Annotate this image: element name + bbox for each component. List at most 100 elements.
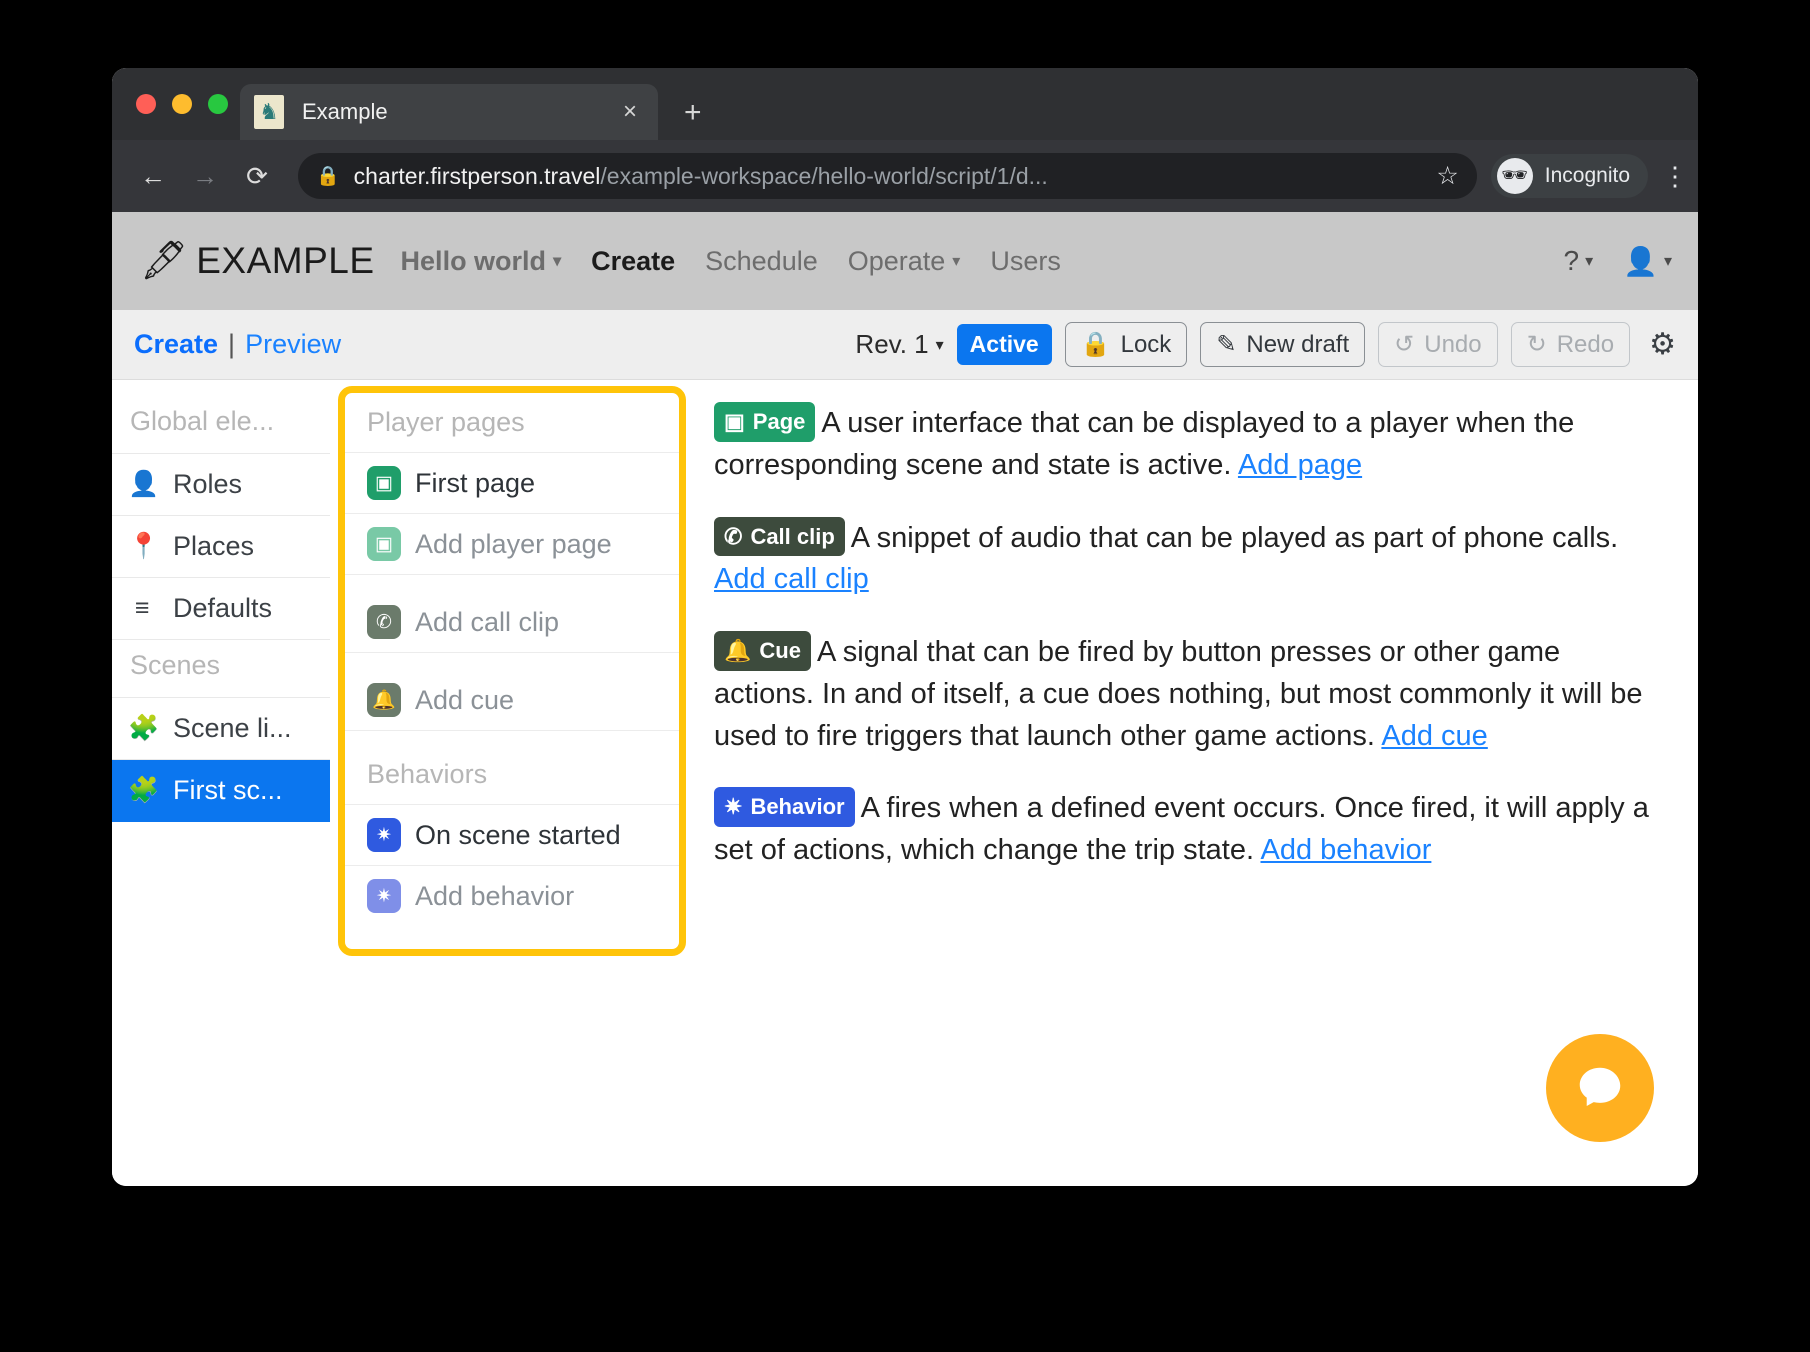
sidebar-item-places[interactable]: 📍 Places — [112, 516, 330, 578]
puzzle-piece-icon: 🧩 — [128, 776, 160, 804]
nav-item-hello-world[interactable]: Hello world ▾ — [401, 246, 562, 277]
call-clip-chip: ✆ Call clip — [714, 516, 845, 557]
panel-item-add-behavior[interactable]: ✷ Add behavior — [345, 866, 679, 926]
nav-item-create[interactable]: Create — [591, 246, 675, 277]
puzzle-piece-icon: 🧩 — [128, 714, 160, 742]
close-window-button[interactable] — [136, 94, 156, 114]
phone-call-icon: ✆ — [367, 605, 401, 639]
window-traffic-lights — [136, 94, 228, 114]
panel-item-label: Add call clip — [415, 606, 560, 637]
sidebar-item-roles[interactable]: 👤 Roles — [112, 454, 330, 516]
revision-selector[interactable]: Rev. 1 ▾ — [855, 329, 943, 360]
incognito-profile-button[interactable]: 🕶 Incognito — [1490, 154, 1648, 198]
help-menu-button[interactable]: ? ▾ — [1563, 245, 1593, 277]
brand[interactable]: 🖋 EXAMPLE — [140, 240, 375, 282]
breadcrumb-separator: | — [228, 329, 236, 359]
nav-item-operate[interactable]: Operate ▾ — [848, 246, 961, 277]
incognito-hat-icon: 🕶 — [1496, 158, 1533, 194]
chevron-down-icon: ▾ — [935, 336, 944, 354]
add-behavior-link[interactable]: Add behavior — [1260, 834, 1431, 866]
phone-call-icon: ✆ — [724, 523, 743, 549]
add-cue-link[interactable]: Add cue — [1381, 720, 1487, 752]
new-draft-button[interactable]: ✎ New draft — [1200, 322, 1366, 367]
minimize-window-button[interactable] — [172, 94, 192, 114]
page-icon: ▣ — [367, 466, 401, 500]
help-paragraph-page: ▣ Page A user interface that can be disp… — [714, 402, 1664, 487]
chevron-down-icon: ▾ — [1663, 253, 1672, 270]
new-draft-label: New draft — [1246, 330, 1350, 358]
panel-item-add-cue[interactable]: 🔔 Add cue — [345, 653, 679, 731]
new-tab-button[interactable]: + — [684, 98, 702, 128]
lock-button[interactable]: 🔒 Lock — [1064, 322, 1188, 367]
back-icon[interactable]: ← — [130, 153, 176, 199]
url-text: charter.firstperson.travel/example-works… — [354, 163, 1048, 190]
nav-item-users[interactable]: Users — [990, 246, 1061, 277]
chip-label: Page — [752, 409, 806, 434]
app-navigation-bar: 🖋 EXAMPLE Hello world ▾ Create Schedule … — [112, 212, 1698, 310]
panel-item-label: First page — [415, 467, 536, 498]
page-add-icon: ▣ — [367, 527, 401, 561]
nav-item-schedule[interactable]: Schedule — [705, 246, 818, 277]
bell-icon: 🔔 — [724, 638, 752, 663]
panel-group-behaviors: Behaviors — [345, 731, 679, 805]
page-icon: ▣ — [724, 409, 745, 434]
cue-chip: 🔔 Cue — [714, 631, 811, 671]
behavior-icon: ✷ — [367, 818, 401, 852]
maximize-window-button[interactable] — [208, 94, 228, 114]
tab-title: Example — [302, 99, 388, 124]
chip-label: Behavior — [750, 794, 845, 820]
editor-toolbar: Create | Preview Rev. 1 ▾ Active 🔒 Lock … — [112, 310, 1698, 380]
undo-button[interactable]: ↺ Undo — [1378, 322, 1498, 367]
nav-items: Hello world ▾ Create Schedule Operate ▾ … — [401, 246, 1061, 277]
sidebar-item-label: Defaults — [173, 593, 273, 623]
gear-icon[interactable]: ⚙ — [1649, 327, 1676, 362]
browser-tab-strip: ♞ Example × + — [112, 68, 1698, 140]
nav-item-label: Operate — [847, 245, 946, 276]
panel-item-add-player-page[interactable]: ▣ Add player page — [345, 514, 679, 575]
breadcrumb-create[interactable]: Create — [134, 329, 218, 360]
redo-button[interactable]: ↻ Redo — [1510, 322, 1631, 367]
panel-item-label: Add player page — [415, 528, 612, 559]
scene-elements-panel: Player pages ▣ First page ▣ Add player p… — [338, 386, 686, 956]
browser-window: ♞ Example × + ← → ⟳ 🔒 charter.firstperso… — [112, 68, 1698, 1186]
sidebar-item-first-scene[interactable]: 🧩 First sc... — [112, 760, 330, 822]
lock-icon: 🔒 — [316, 166, 340, 187]
panel-item-on-scene-started[interactable]: ✷ On scene started — [345, 805, 679, 866]
panel-item-label: Add cue — [415, 684, 515, 715]
panel-item-first-page[interactable]: ▣ First page — [345, 453, 679, 514]
brand-name: EXAMPLE — [196, 240, 375, 281]
add-page-link[interactable]: Add page — [1238, 449, 1362, 481]
chip-label: Call clip — [750, 523, 835, 549]
reload-icon[interactable]: ⟳ — [234, 153, 280, 199]
sidebar-item-scene-list[interactable]: 🧩 Scene li... — [112, 698, 330, 760]
page-chip: ▣ Page — [714, 402, 816, 442]
browser-menu-icon[interactable]: ⋮ — [1662, 161, 1688, 192]
help-text: A user interface that can be displayed t… — [714, 407, 1575, 481]
panel-item-add-call-clip[interactable]: ✆ Add call clip — [345, 575, 679, 653]
address-bar[interactable]: 🔒 charter.firstperson.travel/example-wor… — [298, 153, 1477, 199]
user-menu-button[interactable]: 👤 ▾ — [1623, 245, 1672, 278]
chip-label: Cue — [759, 638, 801, 663]
help-text: A snippet of audio that can be played as… — [850, 521, 1619, 554]
chat-launcher-button[interactable] — [1546, 1034, 1654, 1142]
breadcrumb-preview[interactable]: Preview — [245, 329, 341, 360]
redo-label: Redo — [1556, 330, 1615, 358]
chevron-down-icon: ▾ — [952, 253, 961, 270]
add-call-clip-link[interactable]: Add call clip — [714, 563, 869, 595]
forward-icon[interactable]: → — [182, 153, 228, 199]
help-panel: ▣ Page A user interface that can be disp… — [696, 380, 1698, 1186]
help-paragraph-call-clip: ✆ Call clip A snippet of audio that can … — [714, 516, 1664, 602]
chevron-down-icon: ▾ — [553, 253, 562, 270]
bookmark-star-icon[interactable]: ☆ — [1422, 161, 1458, 191]
browser-toolbar: ← → ⟳ 🔒 charter.firstperson.travel/examp… — [112, 140, 1698, 212]
help-paragraph-cue: 🔔 Cue A signal that can be fired by butt… — [714, 631, 1664, 757]
close-icon[interactable]: × — [616, 98, 644, 126]
redo-arrow-icon: ↻ — [1526, 331, 1547, 358]
bell-icon: 🔔 — [367, 683, 401, 717]
sidebar-item-label: Roles — [173, 469, 243, 499]
sidebar-item-defaults[interactable]: ≡ Defaults — [112, 578, 330, 640]
browser-tab[interactable]: ♞ Example × — [240, 84, 658, 140]
panel-item-label: Add behavior — [415, 880, 575, 911]
sidebar-item-label: Places — [173, 531, 255, 561]
pencil-icon: ✎ — [1216, 331, 1237, 358]
